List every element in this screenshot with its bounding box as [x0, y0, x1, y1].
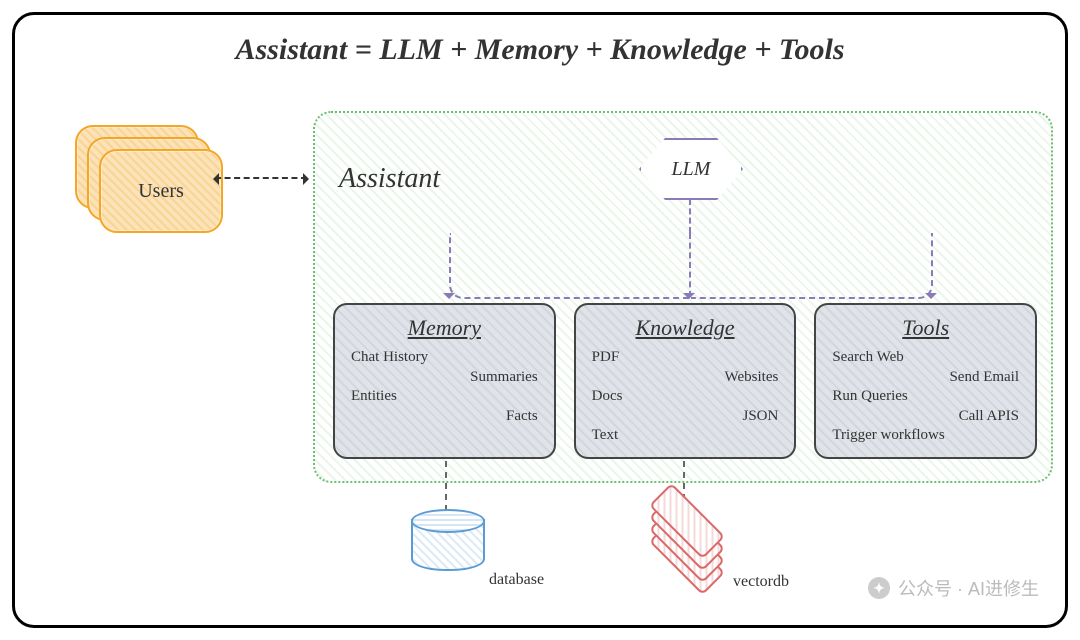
tools-heading: Tools	[828, 315, 1023, 341]
vectordb-icon	[647, 507, 725, 577]
knowledge-item: PDF	[592, 349, 779, 366]
knowledge-item: Docs	[592, 388, 779, 405]
wechat-icon: ✦	[868, 577, 890, 599]
database-icon	[411, 509, 481, 573]
memory-db-connector	[445, 461, 449, 511]
llm-hexagon: LLM	[639, 138, 743, 200]
knowledge-item: Websites	[592, 369, 779, 386]
knowledge-heading: Knowledge	[588, 315, 783, 341]
memory-items: Chat History Summaries Entities Facts	[347, 349, 542, 424]
tools-item: Send Email	[832, 369, 1019, 386]
memory-item: Facts	[351, 408, 538, 425]
knowledge-box: Knowledge PDF Websites Docs JSON Text	[574, 303, 797, 459]
diagram-frame: Assistant = LLM + Memory + Knowledge + T…	[12, 12, 1068, 628]
tools-item: Call APIS	[832, 408, 1019, 425]
memory-item: Entities	[351, 388, 538, 405]
users-assistant-arrow	[215, 177, 307, 181]
memory-item: Chat History	[351, 349, 538, 366]
tools-items: Search Web Send Email Run Queries Call A…	[828, 349, 1023, 444]
tools-item: Run Queries	[832, 388, 1019, 405]
watermark-text: 公众号 · AI进修生	[898, 575, 1039, 601]
memory-box: Memory Chat History Summaries Entities F…	[333, 303, 556, 459]
diagram-title: Assistant = LLM + Memory + Knowledge + T…	[15, 33, 1065, 67]
tools-box: Tools Search Web Send Email Run Queries …	[814, 303, 1037, 459]
users-node: Users	[75, 125, 225, 235]
llm-connector-left	[449, 233, 691, 299]
llm-node: LLM	[639, 139, 743, 199]
assistant-container: Assistant LLM Memory Chat History Summar…	[313, 111, 1053, 483]
llm-connector-right	[691, 233, 933, 299]
knowledge-item: JSON	[592, 408, 779, 425]
watermark: ✦ 公众号 · AI进修生	[868, 575, 1039, 601]
tools-item: Trigger workflows	[832, 427, 1019, 444]
vectordb-label: vectordb	[733, 573, 789, 591]
assistant-label: Assistant	[339, 163, 440, 195]
knowledge-item: Text	[592, 427, 779, 444]
memory-item: Summaries	[351, 369, 538, 386]
knowledge-items: PDF Websites Docs JSON Text	[588, 349, 783, 444]
database-label: database	[489, 571, 544, 589]
llm-label: LLM	[672, 158, 711, 181]
users-label: Users	[138, 180, 184, 203]
llm-connector-trunk	[689, 199, 693, 233]
memory-heading: Memory	[347, 315, 542, 341]
tools-item: Search Web	[832, 349, 1019, 366]
users-card-front: Users	[99, 149, 223, 233]
component-row: Memory Chat History Summaries Entities F…	[333, 303, 1037, 459]
